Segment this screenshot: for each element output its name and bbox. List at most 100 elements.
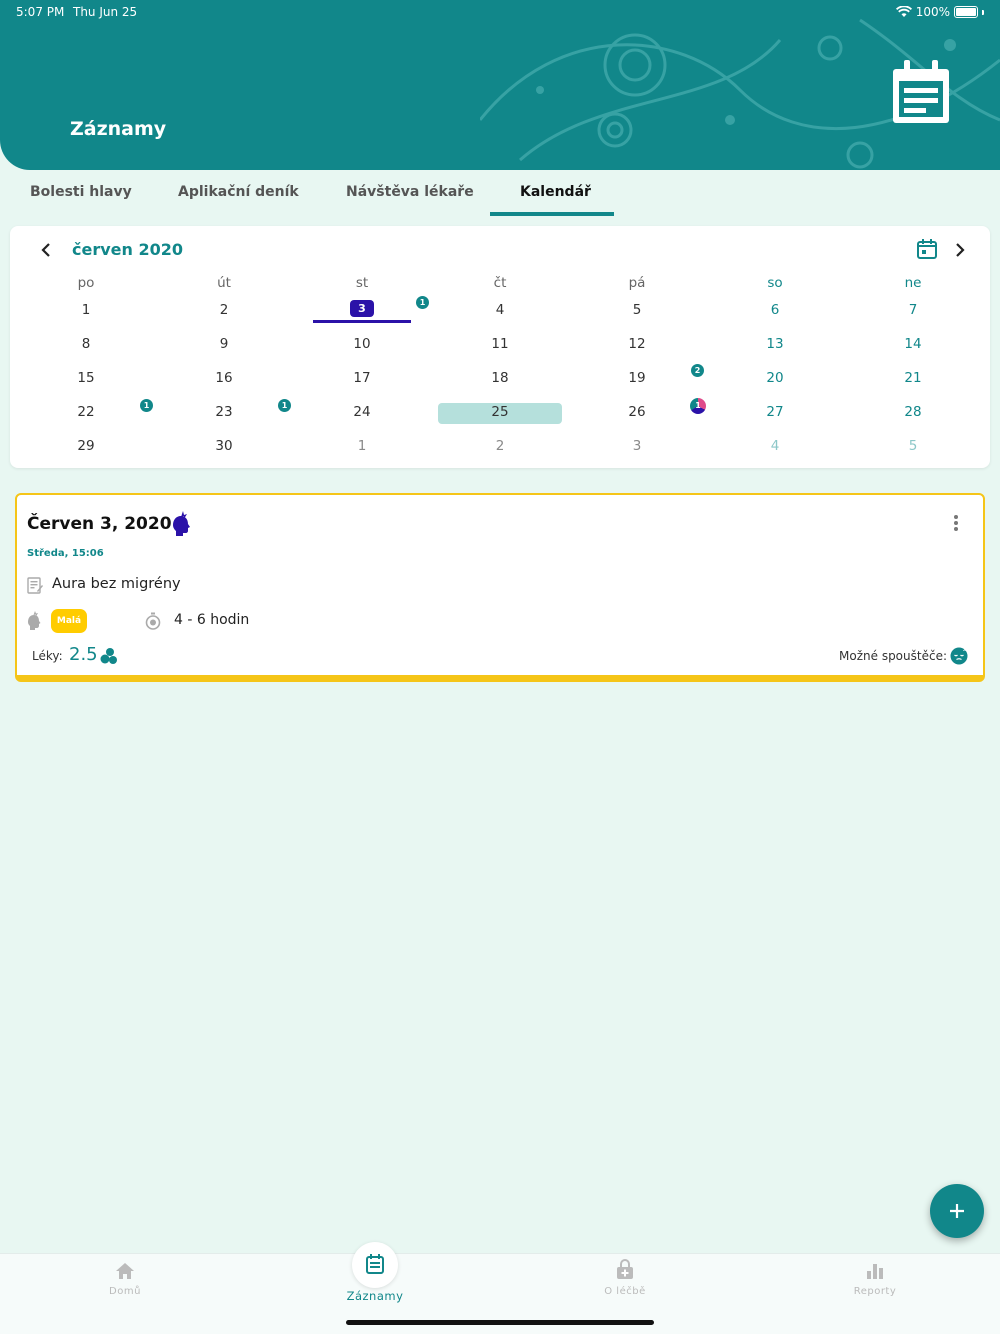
calendar-day-next-month[interactable]: 2	[480, 438, 520, 454]
record-duration: 4 - 6 hodin	[174, 612, 250, 628]
calendar-day[interactable]: 8	[66, 336, 106, 352]
battery-percent: 100%	[915, 5, 950, 19]
add-record-button[interactable]	[930, 1184, 984, 1238]
nav-reports[interactable]: Reporty	[785, 1254, 965, 1314]
calendar-day[interactable]: 27	[755, 404, 795, 420]
intensity-head-icon	[28, 611, 41, 630]
nav-records-label: Záznamy	[346, 1289, 404, 1303]
status-bar: 5:07 PM Thu Jun 25 100%	[16, 5, 984, 21]
weekday-fri: pá	[628, 275, 646, 291]
calendar-day[interactable]: 29	[66, 438, 106, 454]
home-indicator	[346, 1320, 654, 1325]
battery-tip	[982, 9, 984, 15]
note-icon	[27, 577, 43, 594]
calendar-day[interactable]: 28	[893, 404, 933, 420]
calendar-day[interactable]: 23	[204, 404, 244, 420]
calendar-day-next-month[interactable]: 1	[342, 438, 382, 454]
nav-records[interactable]: Záznamy	[285, 1254, 465, 1314]
page-title: Záznamy	[70, 118, 167, 140]
weekday-sun: ne	[904, 275, 922, 291]
calendar-day-next-month[interactable]: 3	[617, 438, 657, 454]
tab-calendar[interactable]: Kalendář	[520, 184, 591, 200]
calendar-day[interactable]: 2	[204, 302, 244, 318]
home-icon	[116, 1263, 134, 1279]
calendar-today-icon[interactable]	[916, 238, 938, 260]
calendar-day[interactable]: 5	[617, 302, 657, 318]
event-count-badge: 1	[416, 296, 429, 309]
sleepy-face-icon: z	[950, 647, 968, 665]
pills-icon	[100, 648, 117, 664]
tab-app-diary[interactable]: Aplikační deník	[178, 184, 299, 200]
record-date-title: Červen 3, 2020	[27, 514, 172, 534]
calendar-day[interactable]: 11	[480, 336, 520, 352]
calendar-day[interactable]: 13	[755, 336, 795, 352]
calendar-day-next-month[interactable]: 5	[893, 438, 933, 454]
record-note: Aura bez migrény	[52, 576, 181, 592]
nav-home[interactable]: Domů	[35, 1254, 215, 1314]
battery-icon	[954, 6, 978, 18]
calendar-day-selected[interactable]: 3	[350, 300, 374, 317]
event-count-badge-multi: 1	[690, 398, 706, 414]
calendar-day[interactable]: 19	[617, 370, 657, 386]
tab-doctor-visit[interactable]: Návštěva lékaře	[346, 184, 474, 200]
meds-label: Léky:	[32, 649, 63, 663]
weekday-sat: so	[767, 275, 783, 291]
weekday-thu: čt	[493, 275, 507, 291]
stopwatch-icon	[145, 612, 161, 630]
calendar-day[interactable]: 17	[342, 370, 382, 386]
calendar-day[interactable]: 24	[342, 404, 382, 420]
medical-bag-icon	[617, 1259, 633, 1279]
calendar-day[interactable]: 1	[66, 302, 106, 318]
weekday-tue: út	[217, 275, 231, 291]
calendar-icon	[893, 60, 949, 123]
active-tab-indicator	[490, 212, 614, 216]
calendar-day[interactable]: 26	[617, 404, 657, 420]
calendar-day[interactable]: 12	[617, 336, 657, 352]
weekday-wed: st	[355, 275, 369, 291]
headache-head-icon	[173, 511, 190, 536]
calendar-icon	[366, 1254, 384, 1274]
calendar-day[interactable]: 4	[480, 302, 520, 318]
calendar-day[interactable]: 22	[66, 404, 106, 420]
calendar-day[interactable]: 14	[893, 336, 933, 352]
intensity-badge: Malá	[51, 609, 87, 633]
calendar-day[interactable]: 16	[204, 370, 244, 386]
calendar-day-next-month[interactable]: 4	[755, 438, 795, 454]
plus-icon	[950, 1204, 964, 1218]
status-time: 5:07 PM	[16, 5, 65, 19]
more-options-icon[interactable]	[953, 515, 959, 533]
wifi-icon	[895, 6, 912, 17]
nav-treatment[interactable]: O léčbě	[535, 1254, 715, 1314]
selected-day-underline	[313, 320, 411, 323]
nav-reports-label: Reporty	[853, 1286, 897, 1297]
event-count-badge: 1	[140, 399, 153, 412]
calendar-day-today[interactable]: 25	[480, 404, 520, 420]
chevron-right-icon[interactable]	[948, 238, 972, 262]
calendar-day[interactable]: 30	[204, 438, 244, 454]
record-card[interactable]: Červen 3, 2020 Středa, 15:06 Aura bez mi…	[15, 493, 985, 682]
tab-headaches[interactable]: Bolesti hlavy	[30, 184, 132, 200]
svg-text:z: z	[963, 647, 966, 653]
calendar-day[interactable]: 20	[755, 370, 795, 386]
tab-bar: Bolesti hlavy Aplikační deník Návštěva l…	[0, 170, 1000, 218]
weekday-mon: po	[77, 275, 95, 291]
calendar-card: červen 2020 po út st čt pá so ne 1 2 3 4…	[10, 226, 990, 468]
calendar-month-label: červen 2020	[72, 240, 183, 259]
chevron-left-icon[interactable]	[34, 238, 58, 262]
status-date: Thu Jun 25	[73, 5, 138, 19]
calendar-day[interactable]: 6	[755, 302, 795, 318]
triggers-label: Možné spouštěče:	[839, 649, 947, 663]
calendar-day[interactable]: 18	[480, 370, 520, 386]
bar-chart-icon	[867, 1264, 883, 1279]
nav-treatment-label: O léčbě	[604, 1286, 646, 1297]
calendar-day[interactable]: 15	[66, 370, 106, 386]
calendar-day[interactable]: 10	[342, 336, 382, 352]
meds-value: 2.5	[69, 644, 98, 665]
app-header: 5:07 PM Thu Jun 25 100% Záznamy	[0, 0, 1000, 170]
calendar-day[interactable]: 9	[204, 336, 244, 352]
calendar-day[interactable]: 21	[893, 370, 933, 386]
calendar-day[interactable]: 7	[893, 302, 933, 318]
event-count-badge: 2	[691, 364, 704, 377]
record-day-time: Středa, 15:06	[27, 548, 104, 559]
event-count-badge: 1	[278, 399, 291, 412]
